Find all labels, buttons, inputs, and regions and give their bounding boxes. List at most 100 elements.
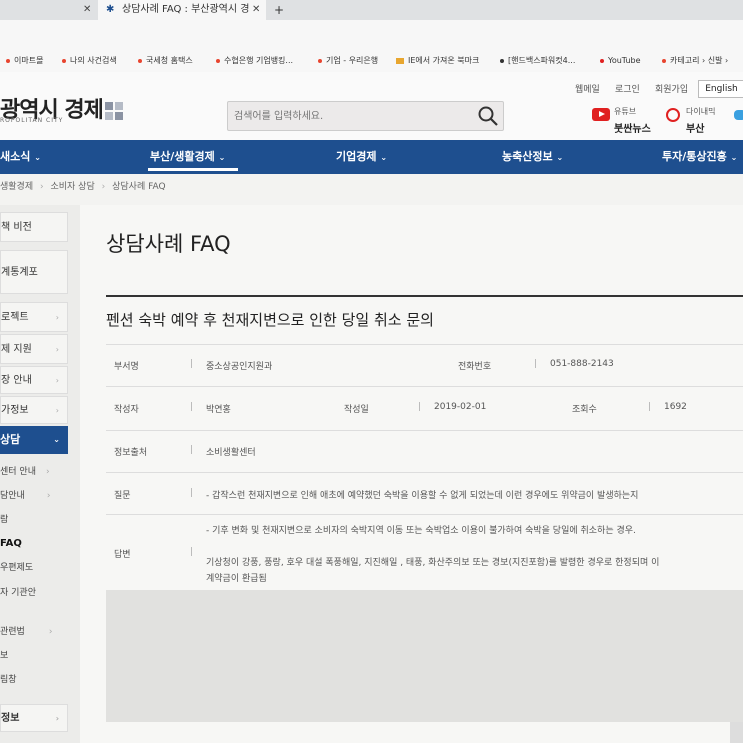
chevron-down-icon: ⌄: [380, 153, 388, 162]
answer-line: - 기후 변화 및 천재지변으로 소비자의 숙박지역 이동 또는 숙박업소 이용…: [206, 526, 636, 536]
search-icon[interactable]: [477, 105, 499, 127]
breadcrumb-item[interactable]: 상담사례 FAQ: [112, 182, 165, 192]
address-bar-area[interactable]: [0, 20, 743, 51]
author-value: 박연홍: [206, 405, 231, 415]
bookmark-item[interactable]: IE에서 가져온 북마크: [396, 50, 479, 72]
youtube-label[interactable]: 붓싼뉴스: [614, 120, 651, 135]
views-label: 조회수: [572, 405, 597, 415]
twitter-icon[interactable]: [734, 110, 743, 120]
sidebar-subitem-active[interactable]: FAQ: [0, 538, 22, 549]
logo-grid-icon: [105, 102, 123, 120]
question-value: - 갑작스런 천재지변으로 인해 애초에 예약했던 숙박을 이용할 수 없게 되…: [206, 491, 639, 501]
answer-line: 계약금이 환급됨: [206, 574, 267, 584]
chevron-down-icon: ⌄: [218, 153, 226, 162]
sidebar-item[interactable]: 장 안내 ›: [0, 366, 68, 394]
row-divider: [106, 472, 743, 473]
nav-item-agriculture[interactable]: 농축산정보 ⌄: [502, 140, 563, 174]
chevron-right-icon: ›: [55, 313, 59, 322]
chevron-right-icon: ›: [55, 714, 59, 723]
sidebar-subitem[interactable]: 보: [0, 648, 8, 661]
sidebar-subitem[interactable]: 람: [0, 512, 8, 525]
sidebar-item[interactable]: 로젝트 ›: [0, 302, 68, 332]
sidebar-item[interactable]: 정보 ›: [0, 704, 68, 732]
sidebar-subitem[interactable]: 관련법 ›: [0, 624, 52, 637]
sidebar-item[interactable]: 가정보 ›: [0, 396, 68, 424]
sidebar-item[interactable]: 제 지원 ›: [0, 334, 68, 364]
bookmark-item[interactable]: [핸드백스파워컷4...: [500, 50, 575, 72]
bookmark-item[interactable]: 나의 사건검색: [62, 50, 117, 72]
row-divider: [106, 344, 743, 345]
row-divider: [106, 514, 743, 515]
chevron-right-icon: ›: [48, 627, 53, 637]
bookmark-item[interactable]: YouTube: [600, 50, 641, 72]
answer-label: 답변: [114, 550, 131, 560]
bookmark-item[interactable]: 이마트몰: [6, 50, 43, 72]
chevron-right-icon: ›: [55, 406, 59, 415]
sidebar-subitem[interactable]: 센터 안내 ›: [0, 464, 50, 477]
sidebar-item[interactable]: 책 비전: [0, 212, 68, 242]
attachment-area: [106, 590, 743, 722]
row-divider: [106, 430, 743, 431]
search-box: [227, 101, 504, 131]
scrollbar[interactable]: [730, 722, 743, 743]
close-tab-icon[interactable]: ✕: [83, 0, 91, 20]
site-favicon-icon: ✱: [106, 4, 115, 15]
youtube-small-label: 유튜브: [614, 107, 637, 116]
bookmark-item[interactable]: 국세청 홈택스: [138, 50, 193, 72]
chevron-right-icon: ›: [55, 376, 59, 385]
bookmark-item[interactable]: 카테고리 › 신발 ›: [662, 50, 728, 72]
faq-title: 펜션 숙박 예약 후 천재지변으로 인한 당일 취소 문의: [106, 311, 434, 329]
browser-tab-active[interactable]: ✱ 상담사례 FAQ : 부산광역시 경제 ✕: [98, 0, 266, 20]
source-value: 소비생활센터: [206, 448, 256, 458]
breadcrumb: 생활경제 › 소비자 상담 › 상담사례 FAQ: [0, 176, 166, 198]
search-input[interactable]: [228, 102, 476, 130]
sidebar-item[interactable]: 계통계포: [0, 250, 68, 294]
date-label: 작성일: [344, 405, 369, 415]
phone-label: 전화번호: [458, 362, 492, 372]
nav-item-business[interactable]: 기업경제 ⌄: [336, 140, 387, 174]
title-divider: [106, 295, 743, 297]
tab-title: 상담사례 FAQ : 부산광역시 경제: [122, 4, 250, 15]
row-divider: [106, 386, 743, 387]
chevron-down-icon: ⌄: [730, 153, 738, 162]
breadcrumb-item[interactable]: 소비자 상담: [50, 182, 94, 192]
dynamic-label[interactable]: 부산: [686, 120, 704, 135]
phone-value: 051-888-2143: [550, 359, 614, 369]
chevron-down-icon: ⌄: [556, 153, 564, 162]
breadcrumb-item[interactable]: 생활경제: [0, 182, 33, 192]
browser-tab[interactable]: ✕: [0, 0, 98, 20]
chevron-down-icon: ⌄: [53, 435, 60, 444]
views-value: 1692: [664, 402, 687, 412]
english-button[interactable]: English: [698, 80, 743, 98]
logo-subtitle: ROPOLITAN CITY: [0, 117, 64, 124]
date-value: 2019-02-01: [434, 402, 487, 412]
nav-item-news[interactable]: 새소식 ⌄: [0, 140, 41, 174]
close-tab-icon[interactable]: ✕: [252, 0, 260, 20]
question-label: 질문: [114, 491, 131, 501]
chevron-right-icon: ›: [45, 467, 50, 477]
page-title: 상담사례 FAQ: [106, 232, 231, 256]
nav-item-investment[interactable]: 투자/통상진흥 ⌄: [662, 140, 737, 174]
chevron-right-icon: ›: [101, 182, 106, 192]
sidebar-subitem[interactable]: 자 기관안: [0, 585, 36, 598]
answer-line: 기상청이 강풍, 풍랑, 호우 대설 폭풍해일, 지진해일 , 태풍, 화산주의…: [206, 558, 660, 568]
webmail-link[interactable]: 웹메일: [575, 82, 600, 95]
dynamic-small-label: 다이내믹: [686, 107, 716, 116]
bookmark-item[interactable]: 기업 - 우리은행: [318, 50, 378, 72]
nav-active-indicator: [148, 168, 238, 171]
chevron-right-icon: ›: [55, 345, 59, 354]
chevron-right-icon: ›: [46, 491, 51, 501]
signup-link[interactable]: 회원가입: [655, 82, 688, 95]
sidebar-subitem[interactable]: 림창: [0, 672, 17, 685]
bookmark-item[interactable]: 수협은행 기업뱅킹...: [216, 50, 293, 72]
chevron-down-icon: ⌄: [34, 153, 41, 162]
sidebar-item-active[interactable]: 상담 ⌄: [0, 426, 68, 454]
youtube-icon[interactable]: [592, 108, 610, 121]
login-link[interactable]: 로그인: [615, 82, 640, 95]
sidebar-subitem[interactable]: 우편제도: [0, 560, 33, 573]
new-tab-button[interactable]: +: [274, 0, 284, 20]
sidebar-subitem[interactable]: 담안내 ›: [0, 488, 50, 501]
dept-value: 중소상공인지원과: [206, 362, 273, 372]
dynamic-busan-icon[interactable]: [666, 108, 680, 122]
dept-label: 부서명: [114, 362, 139, 372]
